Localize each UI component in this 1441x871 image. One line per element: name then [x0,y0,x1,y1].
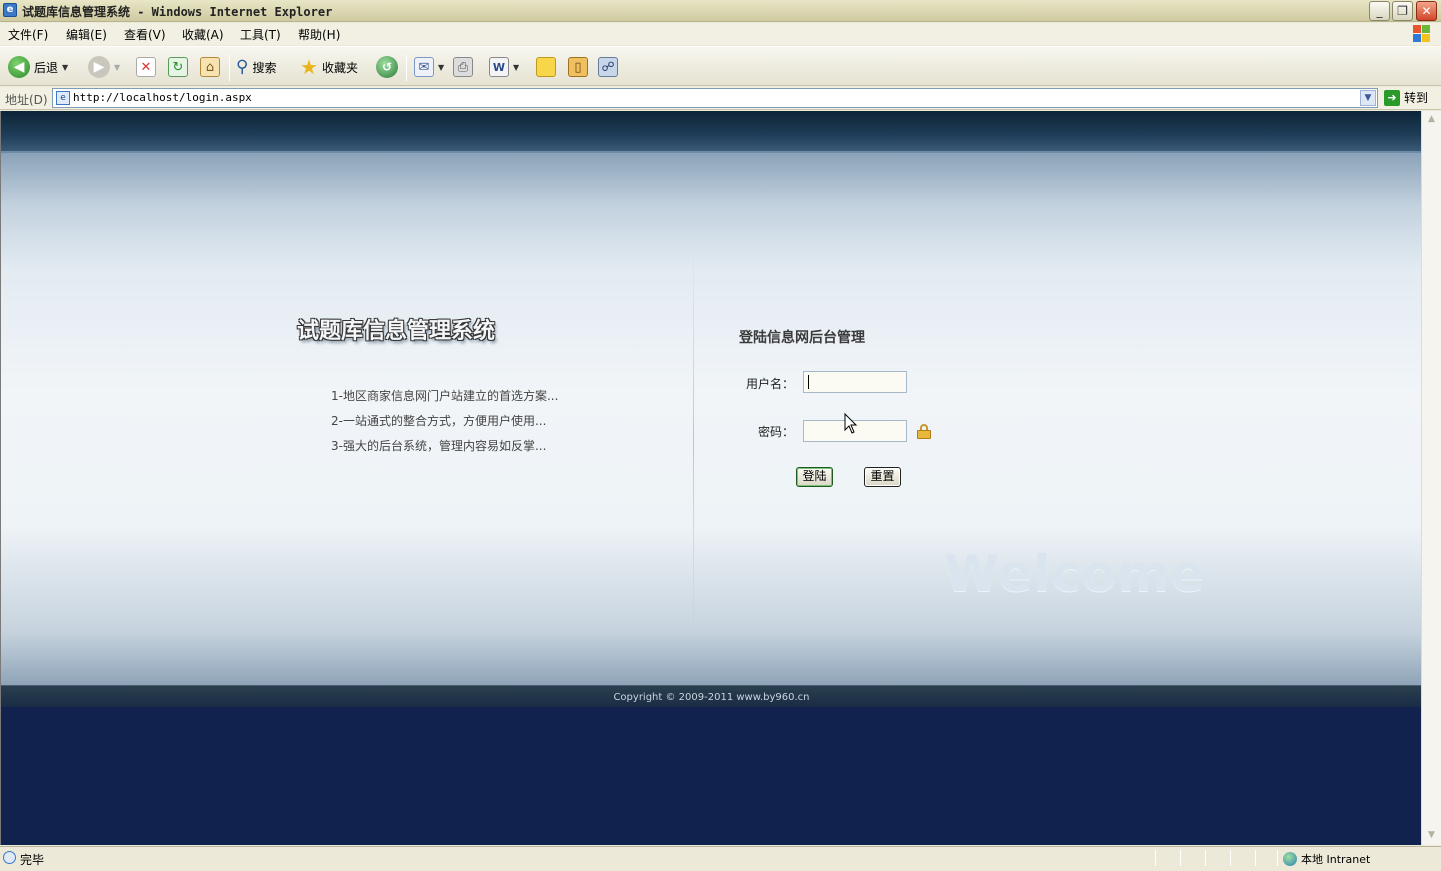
window-title-bar: e 试题库信息管理系统 - Windows Internet Explorer … [0,0,1441,22]
chevron-down-icon[interactable]: ▼ [438,63,444,72]
login-button[interactable]: 登陆 [796,467,833,487]
login-title: 登陆信息网后台管理 [739,330,865,346]
mail-button[interactable]: ✉ ▼ [414,55,444,79]
research-button[interactable]: ▯ [568,55,588,79]
menu-bar: 文件(F) 编辑(E) 查看(V) 收藏(A) 工具(T) 帮助(H) [0,23,1441,45]
close-button[interactable]: ✕ [1416,1,1437,21]
feature-item: 3-强大的后台系统，管理内容易如反掌... [331,439,547,453]
feature-item: 2-一站通式的整合方式，方便用户使用... [331,414,547,428]
back-button[interactable]: ◀ 后退 ▼ [8,55,68,79]
search-icon: ⚲ [236,57,249,77]
chevron-down-icon[interactable]: ▼ [62,63,68,72]
messenger-button[interactable]: ☍ [598,55,618,79]
menu-tools[interactable]: 工具(T) [240,26,281,43]
menu-file[interactable]: 文件(F) [8,26,48,43]
search-label: 搜索 [252,60,277,75]
footer-band: Copyright © 2009-2011 www.by960.cn [1,685,1421,845]
menu-view[interactable]: 查看(V) [124,26,166,43]
discuss-button[interactable] [536,55,556,79]
security-zone[interactable]: 本地 Intranet [1283,851,1370,867]
go-arrow-icon: ➜ [1384,89,1400,106]
history-button[interactable]: ↺ [376,55,398,79]
chevron-down-icon[interactable]: ▼ [513,63,519,72]
refresh-icon: ↻ [168,57,188,77]
globe-icon [1283,852,1297,866]
zone-label: 本地 Intranet [1301,853,1371,866]
address-url[interactable]: http://localhost/login.aspx [73,91,252,104]
forward-button[interactable]: ▶ ▼ [88,55,120,79]
chevron-down-icon[interactable]: ▼ [114,63,120,72]
status-text: 完毕 [20,853,45,867]
back-arrow-icon: ◀ [8,56,30,78]
text-caret [808,375,809,389]
print-icon: ⎙ [453,57,473,77]
username-input[interactable] [803,371,907,393]
mouse-cursor-icon [844,413,858,434]
chevron-down-icon[interactable]: ▼ [1360,90,1376,106]
refresh-button[interactable]: ↻ [168,55,188,79]
address-bar: 地址(D) e http://localhost/login.aspx ▼ ➜ … [0,87,1441,110]
go-label: 转到 [1404,91,1429,105]
address-label: 地址(D) [5,93,48,107]
toolbar: ◀ 后退 ▼ ▶ ▼ ✕ ↻ ⌂ ⚲ 搜索 ★ 收藏夹 ↺ ✉ ▼ ⎙ W ▼ … [0,46,1441,86]
word-icon: W [489,57,509,77]
search-button[interactable]: ⚲ 搜索 [236,55,276,79]
username-label: 用户名： [746,377,795,391]
page-done-icon [3,851,16,864]
menu-edit[interactable]: 编辑(E) [66,26,107,43]
scroll-up-icon[interactable]: ▲ [1423,111,1440,128]
home-icon: ⌂ [200,57,220,77]
password-label: 密码： [758,425,795,439]
edit-button[interactable]: W ▼ [489,55,519,79]
minimize-button[interactable]: _ [1369,1,1390,21]
menu-favorites[interactable]: 收藏(A) [182,26,224,43]
vertical-scrollbar[interactable]: ▲ ▼ [1421,111,1441,845]
panel-divider [693,243,694,643]
restore-button[interactable]: ❐ [1392,1,1413,21]
home-button[interactable]: ⌂ [200,55,220,79]
page-icon: e [56,91,70,105]
status-bar: 完毕 本地 Intranet [0,846,1441,871]
scroll-down-icon[interactable]: ▼ [1423,827,1440,844]
windows-logo-icon [1413,25,1431,43]
login-panel [1,153,1421,685]
copyright-text: Copyright © 2009-2011 www.by960.cn [613,692,810,703]
messenger-icon: ☍ [598,57,618,77]
stop-button[interactable]: ✕ [136,55,156,79]
favorites-label: 收藏夹 [321,60,358,75]
ie-icon: e [3,3,17,17]
note-icon [536,57,556,77]
menu-help[interactable]: 帮助(H) [298,26,340,43]
footer-strip: Copyright © 2009-2011 www.by960.cn [1,685,1421,707]
go-button[interactable]: ➜ 转到 [1384,89,1428,106]
system-title: 试题库信息管理系统 [297,318,496,344]
print-button[interactable]: ⎙ [453,55,473,79]
back-label: 后退 [34,60,59,75]
lock-icon [917,424,931,439]
page-viewport: 试题库信息管理系统 1-地区商家信息网门户站建立的首选方案... 2-一站通式的… [0,111,1421,845]
history-icon: ↺ [376,56,398,78]
forward-arrow-icon: ▶ [88,56,110,78]
stop-icon: ✕ [136,57,156,77]
header-band [1,111,1421,153]
favorites-button[interactable]: ★ 收藏夹 [300,55,358,79]
welcome-watermark: Welcome [944,545,1206,603]
address-input[interactable]: e http://localhost/login.aspx ▼ [52,88,1378,108]
star-icon: ★ [300,55,318,79]
reset-button[interactable]: 重置 [864,467,901,487]
book-icon: ▯ [568,57,588,77]
mail-icon: ✉ [414,57,434,77]
window-title: 试题库信息管理系统 - Windows Internet Explorer [22,5,333,19]
feature-item: 1-地区商家信息网门户站建立的首选方案... [331,389,559,403]
